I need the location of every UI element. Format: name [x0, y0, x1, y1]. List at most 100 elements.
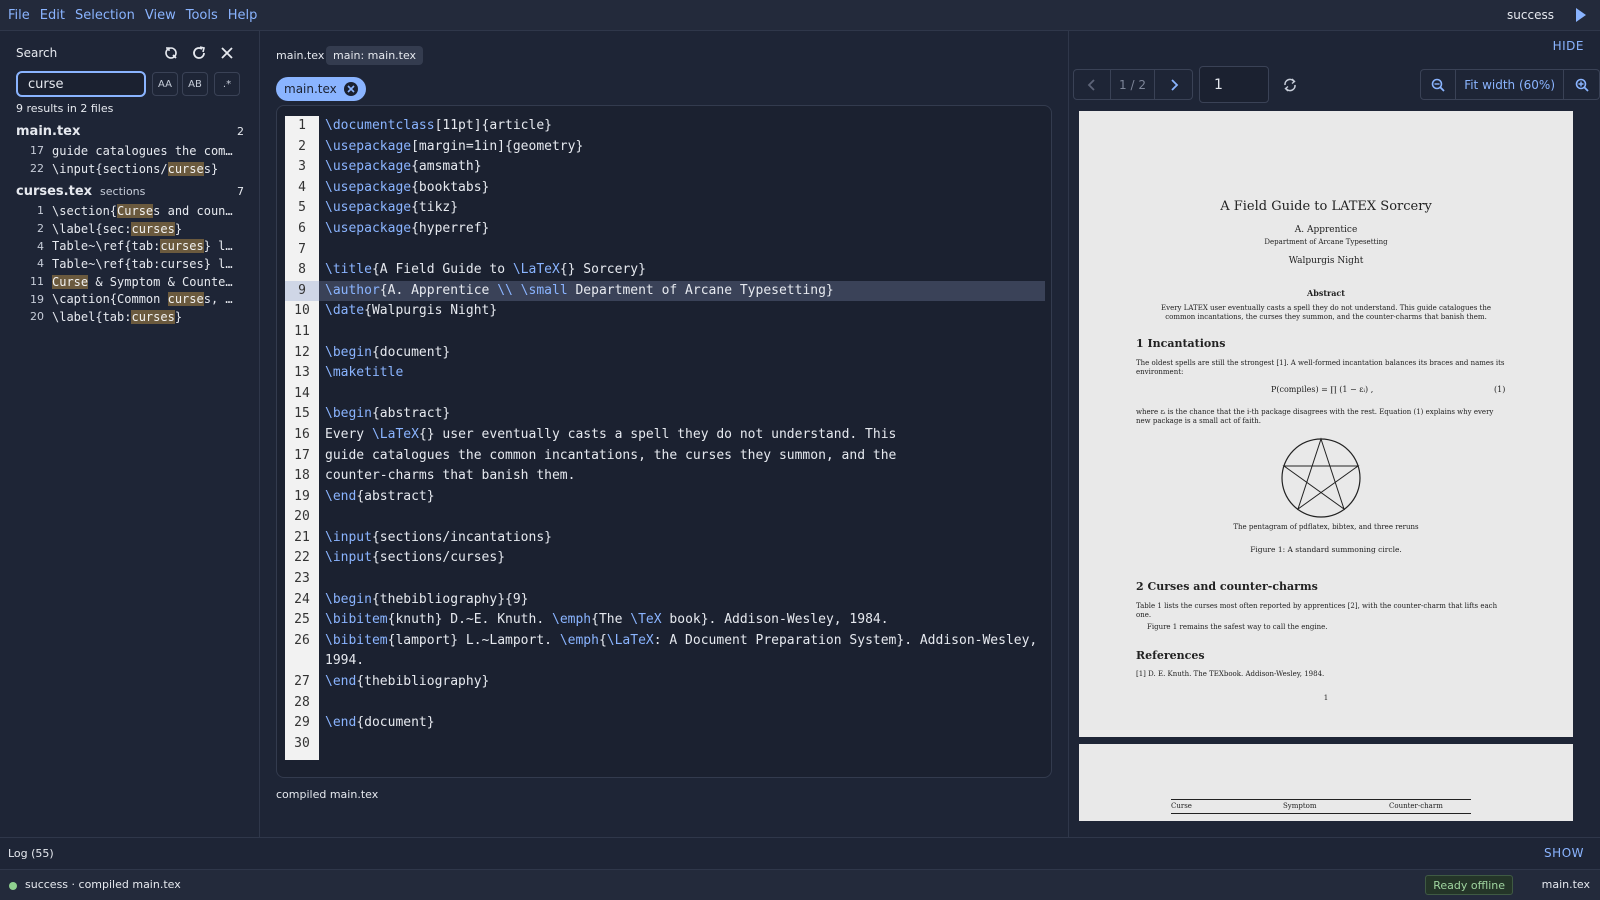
- code-line[interactable]: [319, 569, 1045, 590]
- chevron-right-icon: [1170, 78, 1178, 91]
- result-match[interactable]: 4 Table~\ref{tab:curses} l…: [16, 255, 244, 273]
- code-line[interactable]: \end{thebibliography}: [319, 672, 1045, 693]
- code-line[interactable]: guide catalogues the common incantations…: [319, 446, 1045, 467]
- code-editor[interactable]: 1 2 3 4 5 6 7 8 9 10 11 12 13 14 15 16 17 18 19 20 21 22 23 24 2…: [276, 105, 1052, 778]
- code-command: \end: [325, 488, 357, 504]
- whole-word-button[interactable]: AB: [182, 72, 208, 96]
- pdf-section-1: 1 Incantations: [1136, 337, 1226, 350]
- result-file-dir: sections: [100, 185, 146, 198]
- result-match[interactable]: 22 \input{sections/curses}: [16, 160, 244, 178]
- zoom-out-button[interactable]: [1420, 69, 1457, 100]
- code-line[interactable]: \date{Walpurgis Night}: [319, 301, 1045, 322]
- code-text: {} user eventually casts a spell they do…: [418, 426, 897, 442]
- result-match[interactable]: 19 \caption{Common curses, …: [16, 290, 244, 308]
- search-replace-icon[interactable]: [162, 44, 180, 62]
- menu-view[interactable]: View: [145, 8, 176, 23]
- zoom-level-button[interactable]: Fit width (60%): [1456, 69, 1564, 100]
- line-number: 23: [294, 571, 310, 587]
- close-icon[interactable]: [343, 82, 358, 96]
- menu-file[interactable]: File: [8, 8, 30, 23]
- breadcrumb-main-chip[interactable]: main: main.tex: [326, 46, 424, 65]
- play-icon[interactable]: [1576, 8, 1586, 22]
- pdf-figure-inner-caption: The pentagram of pdflatex, bibtex, and t…: [1233, 523, 1419, 531]
- hide-preview-button[interactable]: HIDE: [1553, 39, 1584, 53]
- results-summary: 9 results in 2 files: [16, 102, 114, 115]
- code-line[interactable]: \end{document}: [319, 713, 1045, 734]
- breadcrumb-file[interactable]: main.tex: [276, 49, 324, 62]
- line-number: 4: [298, 179, 306, 195]
- code-line[interactable]: \input{sections/curses}: [319, 548, 1045, 569]
- code-line[interactable]: \usepackage{booktabs}: [319, 178, 1045, 199]
- search-input[interactable]: [16, 71, 146, 97]
- tab-main-tex[interactable]: main.tex: [276, 77, 366, 101]
- code-line[interactable]: \usepackage{amsmath}: [319, 157, 1045, 178]
- line-number: 1: [298, 118, 306, 133]
- code-text: {abstract}: [356, 488, 435, 504]
- code-line[interactable]: [319, 384, 1045, 405]
- result-match[interactable]: 17 guide catalogues the com…: [16, 142, 244, 160]
- line-number: 14: [294, 385, 310, 401]
- code-line[interactable]: \bibitem{knuth} D.~E. Knuth. \emph{The \…: [319, 610, 1045, 631]
- code-line[interactable]: \bibitem{lamport} L.~Lamport. \emph{\LaT…: [319, 631, 1045, 672]
- table-header: Symptom: [1283, 802, 1317, 810]
- result-file-header[interactable]: main.tex 2: [16, 124, 244, 142]
- code-text: {amsmath}: [411, 159, 482, 175]
- code-line[interactable]: [319, 507, 1045, 528]
- show-log-button[interactable]: SHOW: [1544, 846, 1584, 860]
- code-line[interactable]: Every \LaTeX{} user eventually casts a s…: [319, 425, 1045, 446]
- code-line[interactable]: \documentclass[11pt]{article}: [319, 116, 1045, 137]
- code-line[interactable]: \maketitle: [319, 363, 1045, 384]
- result-match[interactable]: 11 Curse & Symptom & Counte…: [16, 273, 244, 291]
- menu-edit[interactable]: Edit: [40, 8, 65, 23]
- zoom-in-button[interactable]: [1564, 69, 1600, 100]
- result-match[interactable]: 1 \section{Curses and coun…: [16, 202, 244, 220]
- code-line[interactable]: \usepackage{hyperref}: [319, 219, 1045, 240]
- status-text: success · compiled main.tex: [25, 878, 181, 891]
- code-line[interactable]: [319, 734, 1045, 755]
- code-command: \LaTeX: [371, 426, 419, 442]
- code-line[interactable]: \begin{document}: [319, 343, 1045, 364]
- code-line[interactable]: \input{sections/incantations}: [319, 528, 1045, 549]
- match-case-button[interactable]: AA: [152, 72, 178, 96]
- page-number-input[interactable]: [1199, 66, 1269, 103]
- code-line[interactable]: \author{A. Apprentice \\ \small Departme…: [319, 280, 1045, 302]
- pdf-viewport[interactable]: A Field Guide to LATEX Sorcery A. Appren…: [1079, 111, 1573, 821]
- code-line[interactable]: [319, 240, 1045, 261]
- menu-selection[interactable]: Selection: [75, 8, 135, 23]
- code-line[interactable]: counter-charms that banish them.: [319, 466, 1045, 487]
- refresh-icon[interactable]: [190, 44, 208, 62]
- code-line[interactable]: \end{abstract}: [319, 487, 1045, 508]
- result-file-header[interactable]: curses.tex sections 7: [16, 184, 244, 202]
- code-line[interactable]: [319, 322, 1045, 343]
- close-icon[interactable]: [218, 44, 236, 62]
- line-number: 28: [294, 694, 310, 710]
- code-line[interactable]: [319, 693, 1045, 714]
- result-file-name: curses.tex: [16, 184, 93, 199]
- result-match[interactable]: 4 Table~\ref{tab:curses} l…: [16, 237, 244, 255]
- menu-help[interactable]: Help: [228, 8, 258, 23]
- code-text: {knuth} D.~E. Knuth.: [387, 612, 552, 628]
- code-lines[interactable]: \documentclass[11pt]{article} \usepackage…: [319, 116, 1045, 754]
- sync-icon[interactable]: [1279, 74, 1301, 96]
- code-line[interactable]: \usepackage[margin=1in]{geometry}: [319, 137, 1045, 158]
- line-number-gutter: 1 2 3 4 5 6 7 8 9 10 11 12 13 14 15 16 17 18 19 20 21 22 23 24 2…: [285, 116, 319, 760]
- code-line[interactable]: \usepackage{tikz}: [319, 198, 1045, 219]
- line-number: 25: [294, 612, 310, 628]
- code-line[interactable]: \title{A Field Guide to \LaTeX{} Sorcery…: [319, 260, 1045, 281]
- prev-page-button[interactable]: [1073, 69, 1111, 100]
- status-bar: success · compiled main.tex Ready offlin…: [0, 869, 1600, 900]
- menu-tools[interactable]: Tools: [186, 8, 218, 23]
- next-page-button[interactable]: [1155, 69, 1193, 100]
- log-label[interactable]: Log (55): [8, 847, 54, 860]
- line-number: 21: [294, 529, 310, 545]
- match-highlight: curses: [131, 221, 175, 236]
- line-number: 9: [285, 280, 319, 302]
- result-match[interactable]: 20 \label{tab:curses}: [16, 308, 244, 326]
- line-number: 6: [298, 220, 306, 236]
- pentagram-figure: [1281, 437, 1361, 518]
- code-text: {abstract}: [371, 406, 451, 422]
- code-line[interactable]: \begin{abstract}: [319, 404, 1045, 425]
- regex-button[interactable]: .*: [214, 72, 240, 96]
- result-match[interactable]: 2 \label{sec:curses}: [16, 220, 244, 238]
- code-line[interactable]: \begin{thebibliography}{9}: [319, 590, 1045, 611]
